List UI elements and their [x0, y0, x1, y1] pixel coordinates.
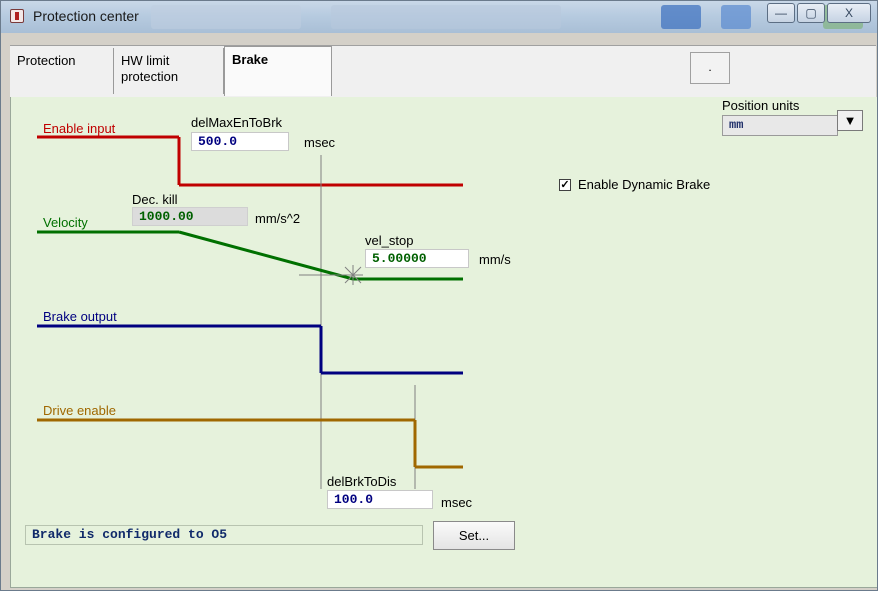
title-bar-blur [331, 5, 561, 29]
title-bar-blur [151, 5, 301, 29]
window-title: Protection center [33, 8, 139, 24]
dec-kill-unit: mm/s^2 [255, 211, 301, 226]
title-bar: Protection center — ▢ X [1, 1, 877, 33]
dec-kill-label: Dec. kill [132, 192, 178, 207]
brake-output-label: Brake output [43, 309, 117, 324]
del-brk-to-dis-unit: msec [441, 495, 473, 510]
vel-stop-label: vel_stop [365, 233, 414, 248]
del-max-en-to-brk-label: delMaxEnToBrk [191, 115, 283, 130]
tab-brake[interactable]: Brake [224, 46, 332, 96]
title-bar-blur [661, 5, 701, 29]
drive-enable-label: Drive enable [43, 403, 116, 418]
enable-input-label: Enable input [43, 121, 116, 136]
del-max-en-to-brk-unit: msec [304, 135, 336, 150]
set-button[interactable]: Set... [433, 521, 515, 550]
close-button[interactable]: X [827, 3, 871, 23]
del-max-en-to-brk-field[interactable]: 500.0 [191, 132, 289, 151]
enable-dynamic-brake-checkbox[interactable]: ✓ [559, 179, 571, 191]
title-bar-blur [721, 5, 751, 29]
position-units-select[interactable]: mm [722, 115, 838, 136]
vel-stop-field[interactable]: 5.00000 [365, 249, 469, 268]
del-brk-to-dis-label: delBrkToDis [327, 474, 397, 489]
brake-panel: Enable input Velocity Brake output Drive… [10, 97, 877, 588]
tab-protection[interactable]: Protection [10, 48, 114, 94]
tab-strip-button[interactable]: . [690, 52, 730, 84]
enable-dynamic-brake-label: Enable Dynamic Brake [578, 177, 711, 192]
brake-timing-diagram [37, 135, 463, 489]
status-text: Brake is configured to O5 [25, 525, 423, 545]
velocity-ramp [178, 230, 354, 281]
tab-strip: Protection HW limit protection Brake . [10, 45, 876, 98]
protection-center-window: Protection center — ▢ X Protection HW li… [0, 0, 878, 591]
vel-stop-unit: mm/s [479, 252, 511, 267]
minimize-button[interactable]: — [767, 3, 795, 23]
app-icon [10, 9, 24, 23]
del-brk-to-dis-field[interactable]: 100.0 [327, 490, 433, 509]
tab-hw-limit-protection[interactable]: HW limit protection [114, 48, 224, 94]
velocity-label: Velocity [43, 215, 88, 230]
dropdown-arrow-icon[interactable]: ▼ [837, 110, 863, 131]
dec-kill-field: 1000.00 [132, 207, 248, 226]
maximize-button[interactable]: ▢ [797, 3, 825, 23]
position-units-label: Position units [722, 98, 800, 113]
